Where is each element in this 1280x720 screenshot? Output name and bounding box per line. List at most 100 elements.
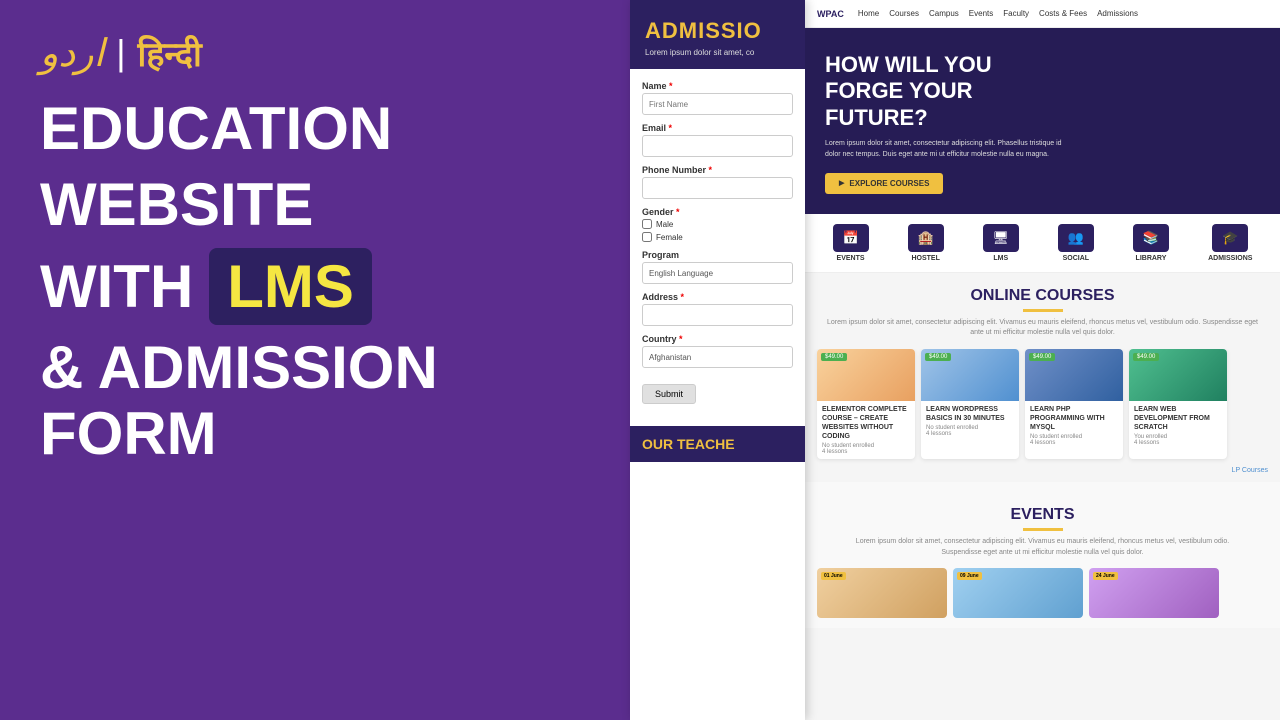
course-meta-php: No student enrolled 4 lessons	[1030, 434, 1118, 446]
address-input[interactable]	[642, 304, 793, 326]
urdu-text: اردو	[40, 31, 104, 76]
nav-faculty[interactable]: Faculty	[1003, 9, 1029, 18]
phone-group: Phone Number *	[642, 165, 793, 199]
event-img-wrap-1: 01 June	[817, 568, 947, 618]
form-body: Name * Email * Phone Number * Gender * M…	[630, 69, 805, 416]
course-img-web: $49.00	[1129, 349, 1227, 401]
nav-home[interactable]: Home	[858, 9, 879, 18]
course-img-wordpress: $49.00	[921, 349, 1019, 401]
wp-nav-items: Home Courses Campus Events Faculty Costs…	[858, 9, 1138, 18]
name-label: Name *	[642, 81, 793, 91]
gender-radio-group: Male Female	[642, 219, 793, 242]
courses-desc: Lorem ipsum dolor sit amet, consectetur …	[805, 318, 1280, 339]
nav-campus[interactable]: Campus	[929, 9, 959, 18]
name-group: Name *	[642, 81, 793, 115]
gender-female[interactable]: Female	[642, 232, 793, 242]
icon-admissions[interactable]: 🎓 ADMISSIONS	[1208, 224, 1252, 262]
course-name-web: LEARN WEB DEVELOPMENT FROM SCRATCH	[1134, 405, 1222, 432]
icon-library[interactable]: 📚 LIBRARY	[1133, 224, 1169, 262]
nav-events[interactable]: Events	[969, 9, 993, 18]
email-group: Email *	[642, 123, 793, 157]
course-price-elementor: $49.00	[821, 353, 847, 361]
icon-bar: 📅 EVENTS 🏨 HOSTEL 🖥 LMS 👥 SOCIAL 📚 LIBRA…	[805, 214, 1280, 273]
wp-logo: WPAC	[817, 9, 844, 19]
lms-icon: 🖥	[983, 224, 1019, 252]
lp-courses-link[interactable]: LP Courses	[805, 467, 1280, 482]
icon-events[interactable]: 📅 EVENTS	[833, 224, 869, 262]
course-img-elementor: $49.00	[817, 349, 915, 401]
events-underline	[1023, 528, 1063, 531]
program-label: Program	[642, 250, 793, 260]
country-input[interactable]	[642, 346, 793, 368]
submit-button[interactable]: Submit	[642, 384, 696, 404]
course-name-php: LEARN PHP PROGRAMMING WITH MYSQL	[1030, 405, 1118, 432]
event-card-3[interactable]: 24 June	[1089, 568, 1219, 618]
event-img-wrap-3: 24 June	[1089, 568, 1219, 618]
course-card-php[interactable]: $49.00 LEARN PHP PROGRAMMING WITH MYSQL …	[1025, 349, 1123, 459]
program-group: Program	[642, 250, 793, 284]
email-input[interactable]	[642, 135, 793, 157]
events-section: EVENTS Lorem ipsum dolor sit amet, conse…	[805, 482, 1280, 628]
title-website: WEBSITE	[40, 172, 313, 238]
nav-costs[interactable]: Costs & Fees	[1039, 9, 1087, 18]
events-icon: 📅	[833, 224, 869, 252]
email-label: Email *	[642, 123, 793, 133]
course-price-wordpress: $49.00	[925, 353, 951, 361]
wp-navbar: WPAC Home Courses Campus Events Faculty …	[805, 0, 1280, 28]
gender-male[interactable]: Male	[642, 219, 793, 229]
title-admission: & ADMISSION	[40, 335, 438, 401]
course-meta-web: You enrolled 4 lessons	[1134, 434, 1222, 446]
nav-courses[interactable]: Courses	[889, 9, 919, 18]
library-icon: 📚	[1133, 224, 1169, 252]
course-info-web: LEARN WEB DEVELOPMENT FROM SCRATCH You e…	[1129, 401, 1227, 450]
course-card-elementor[interactable]: $49.00 ELEMENTOR COMPLETE COURSE – CREAT…	[817, 349, 915, 459]
course-info-elementor: ELEMENTOR COMPLETE COURSE – CREATE WEBSI…	[817, 401, 915, 459]
icon-lms[interactable]: 🖥 LMS	[983, 224, 1019, 262]
name-input[interactable]	[642, 93, 793, 115]
event-date-3: 24 June	[1093, 572, 1118, 580]
gender-label: Gender *	[642, 207, 793, 217]
country-label: Country *	[642, 334, 793, 344]
middle-panel: ADMISSIO Lorem ipsum dolor sit amet, co …	[630, 0, 805, 720]
gender-female-checkbox[interactable]	[642, 232, 652, 242]
address-group: Address *	[642, 292, 793, 326]
social-label: SOCIAL	[1063, 255, 1089, 262]
events-label: EVENTS	[837, 255, 865, 262]
our-teachers-section: OUR TEACHE	[630, 426, 805, 462]
course-name-wordpress: LEARN WORDPRESS BASICS IN 30 MINUTES	[926, 405, 1014, 423]
courses-section-title: ONLINE COURSES	[805, 287, 1280, 305]
admission-header-title: ADMISSIO	[645, 18, 790, 44]
program-input[interactable]	[642, 262, 793, 284]
admissions-label: ADMISSIONS	[1208, 255, 1252, 262]
event-card-1[interactable]: 01 June	[817, 568, 947, 618]
events-grid: 01 June 09 June 24 June	[817, 568, 1268, 618]
course-img-php: $49.00	[1025, 349, 1123, 401]
social-icon: 👥	[1058, 224, 1094, 252]
courses-underline	[1023, 309, 1063, 312]
with-lms-line: WITH LMS	[40, 248, 372, 325]
address-label: Address *	[642, 292, 793, 302]
event-card-2[interactable]: 09 June	[953, 568, 1083, 618]
lms-badge: LMS	[209, 248, 372, 325]
explore-courses-button[interactable]: EXPLORE COURSES	[825, 173, 943, 194]
nav-admissions[interactable]: Admissions	[1097, 9, 1138, 18]
course-card-web[interactable]: $49.00 LEARN WEB DEVELOPMENT FROM SCRATC…	[1129, 349, 1227, 459]
events-desc: Lorem ipsum dolor sit amet, consectetur …	[817, 537, 1268, 558]
icon-social[interactable]: 👥 SOCIAL	[1058, 224, 1094, 262]
hero-desc: Lorem ipsum dolor sit amet, consectetur …	[825, 139, 1065, 160]
event-date-2: 09 June	[957, 572, 982, 580]
gender-male-checkbox[interactable]	[642, 219, 652, 229]
gender-group: Gender * Male Female	[642, 207, 793, 242]
our-teachers-title: OUR TEACHE	[642, 436, 793, 452]
phone-input[interactable]	[642, 177, 793, 199]
course-name-elementor: ELEMENTOR COMPLETE COURSE – CREATE WEBSI…	[822, 405, 910, 441]
hostel-icon: 🏨	[908, 224, 944, 252]
hostel-label: HOSTEL	[911, 255, 939, 262]
course-meta-wordpress: No student enrolled 4 lessons	[926, 425, 1014, 437]
icon-hostel[interactable]: 🏨 HOSTEL	[908, 224, 944, 262]
courses-section: ONLINE COURSES Lorem ipsum dolor sit ame…	[805, 287, 1280, 482]
course-card-wordpress[interactable]: $49.00 LEARN WORDPRESS BASICS IN 30 MINU…	[921, 349, 1019, 459]
right-panel: WPAC Home Courses Campus Events Faculty …	[805, 0, 1280, 720]
admissions-icon: 🎓	[1212, 224, 1248, 252]
event-date-1: 01 June	[821, 572, 846, 580]
